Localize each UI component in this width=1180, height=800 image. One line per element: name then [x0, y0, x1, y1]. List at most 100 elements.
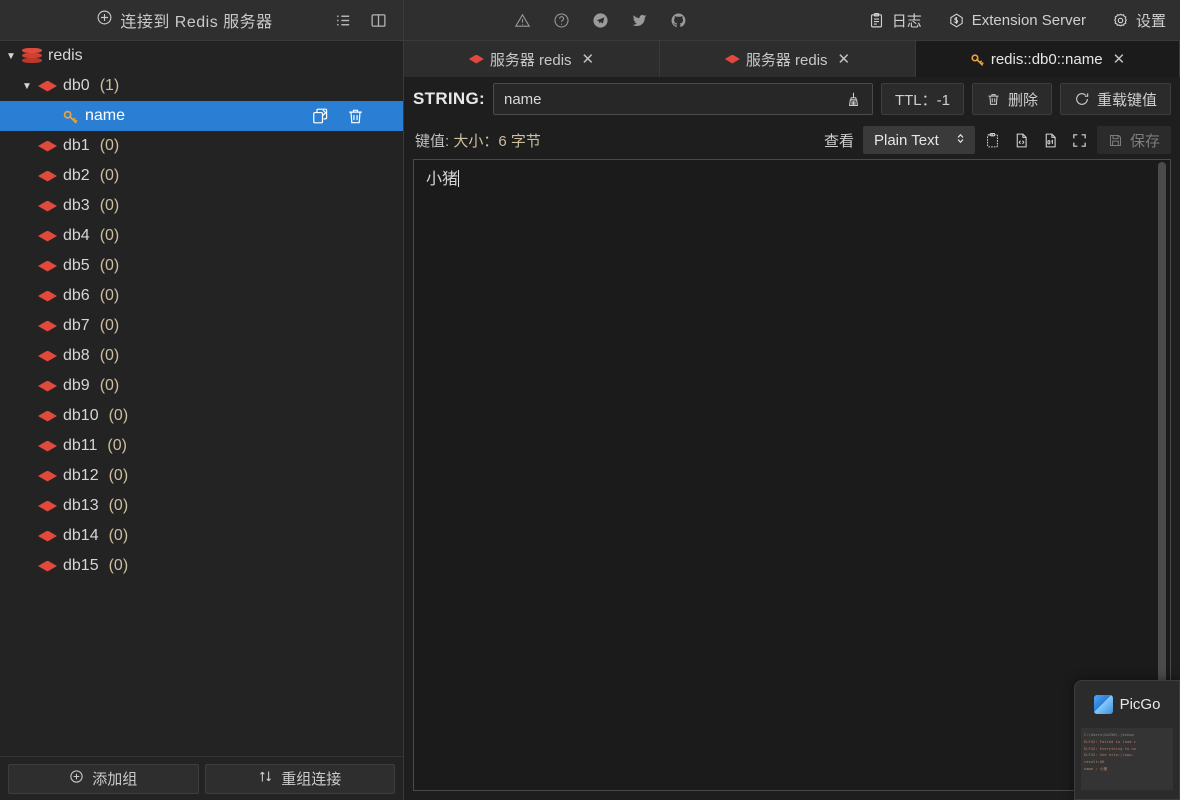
tree-row[interactable]: ▶db8(0) [0, 341, 403, 371]
tree-row-label: db1 [63, 137, 90, 154]
caret-down-icon[interactable]: ▼ [20, 81, 34, 92]
connection-tree[interactable]: ▼redis▼db0(1)name▶db1(0)▶db2(0)▶db3(0)▶d… [0, 41, 403, 756]
gear-icon [1112, 12, 1129, 29]
save-value-button[interactable]: 保存 [1096, 126, 1171, 154]
close-tab-icon[interactable]: ✕ [582, 50, 595, 68]
tree-row[interactable]: ▶db12(0) [0, 461, 403, 491]
format-select[interactable]: Plain Text [862, 126, 975, 154]
tree-row[interactable]: ▶db2(0) [0, 161, 403, 191]
editor-tab[interactable]: 服务器 redis ✕ [404, 41, 660, 77]
telegram-icon[interactable] [592, 12, 609, 29]
paste-clipboard-icon[interactable] [984, 132, 1001, 149]
tree-row-label: redis [48, 47, 83, 64]
tree-row[interactable]: ▶db3(0) [0, 191, 403, 221]
toolbar-social-icons [418, 12, 687, 29]
tree-row[interactable]: ▼ redis [0, 41, 403, 71]
caret-down-icon[interactable]: ▼ [4, 51, 18, 62]
key-name-input[interactable]: name [492, 83, 873, 115]
connect-to-redis-button[interactable]: 连接到 Redis 服务器 [10, 8, 335, 32]
close-tab-icon[interactable]: ✕ [838, 50, 851, 68]
tree-row-count: (0) [99, 317, 120, 334]
tree-row-label: db14 [63, 527, 99, 544]
add-group-button[interactable]: 添加组 [8, 763, 199, 794]
log-label: 日志 [891, 12, 922, 30]
tree-row-count: (0) [107, 437, 127, 454]
regroup-connections-label: 重组连接 [281, 771, 342, 788]
database-icon [38, 80, 57, 92]
copy-key-icon[interactable] [311, 107, 330, 126]
database-diamond [38, 560, 57, 572]
picgo-title: PicGo [1119, 696, 1161, 713]
tree-row-count: (0) [108, 557, 129, 574]
tree-row-label: db9 [63, 377, 90, 394]
tree-row[interactable]: ▶db4(0) [0, 221, 403, 251]
code-file-icon[interactable] [1013, 132, 1030, 149]
twitter-icon[interactable] [631, 12, 648, 29]
database-diamond [38, 470, 57, 482]
tree-row-count: (0) [108, 407, 129, 424]
editor-tab[interactable]: redis::db0::name ✕ [916, 41, 1180, 77]
picgo-panel[interactable]: PicGo C:\Users\04250\.jkshop ELF42: Faile… [1074, 680, 1180, 800]
delete-key-label: 删除 [1007, 91, 1038, 109]
value-toolbar: 键值: 大小：6 字节 查看 Plain Text 保存 [404, 121, 1180, 159]
tree-row-label: db11 [63, 437, 98, 454]
editor-tabbar[interactable]: 服务器 redis ✕ 服务器 redis ✕ redis::db0::name ✕ [404, 41, 1180, 77]
reload-key-button[interactable]: 重载键值 [1059, 83, 1171, 115]
database-icon [38, 230, 57, 242]
delete-key-button[interactable]: 删除 [971, 83, 1052, 115]
main-panel: 日志 Extension Server 设置 服务器 redis ✕ 服务器 r… [404, 0, 1180, 800]
trash-icon[interactable] [346, 107, 365, 126]
picgo-log-line: result:OK [1084, 760, 1105, 765]
view-label: 查看 [823, 132, 854, 150]
tree-row[interactable]: ▶db13(0) [0, 491, 403, 521]
fullscreen-icon[interactable] [1071, 132, 1088, 149]
help-circle-icon[interactable] [553, 12, 570, 29]
database-icon [38, 380, 57, 392]
value-editor[interactable]: 小猪 [414, 160, 1170, 790]
editor-tab-label: redis::db0::name [990, 50, 1103, 68]
split-panel-icon[interactable] [370, 12, 387, 29]
binary-file-icon[interactable] [1042, 132, 1059, 149]
editor-tab[interactable]: 服务器 redis ✕ [660, 41, 916, 77]
database-icon [38, 410, 57, 422]
tree-row[interactable]: ▶db1(0) [0, 131, 403, 161]
tree-row[interactable]: ▶db5(0) [0, 251, 403, 281]
list-view-icon[interactable] [335, 12, 352, 29]
regroup-connections-button[interactable]: 重组连接 [204, 763, 395, 794]
ttl-button[interactable]: TTL：-1 [880, 83, 964, 115]
sidebar-footer: 添加组 重组连接 [0, 756, 403, 800]
tree-row-count: (0) [99, 227, 120, 244]
tree-row[interactable]: ▶db7(0) [0, 311, 403, 341]
clipboard-log-icon [868, 12, 885, 29]
github-icon[interactable] [670, 12, 687, 29]
value-format-icons [984, 132, 1088, 149]
database-icon [38, 140, 57, 152]
format-select-value: Plain Text [873, 131, 939, 149]
sort-arrows-icon [258, 769, 273, 788]
tree-row[interactable]: ▶db9(0) [0, 371, 403, 401]
extension-server-button[interactable]: Extension Server [948, 12, 1086, 29]
picgo-logo-icon [1093, 695, 1113, 714]
tree-row[interactable]: ▶db14(0) [0, 521, 403, 551]
tree-row[interactable]: ▶db15(0) [0, 551, 403, 581]
picgo-log-line: ELF42: See http://www. [1084, 753, 1134, 758]
tree-row[interactable]: ▼ db0 (1) [0, 71, 403, 101]
tree-row[interactable]: ▶db11(0) [0, 431, 403, 461]
tree-row-actions [311, 107, 365, 126]
editor-tab-label: 服务器 redis [745, 51, 828, 69]
tree-row[interactable]: ▶db10(0) [0, 401, 403, 431]
database-diamond [38, 500, 57, 512]
tree-row[interactable]: name [0, 101, 403, 131]
refresh-icon [1074, 91, 1090, 107]
database-icon [38, 350, 57, 362]
settings-button[interactable]: 设置 [1112, 10, 1166, 31]
tree-row[interactable]: ▶db6(0) [0, 281, 403, 311]
close-tab-icon[interactable]: ✕ [1113, 50, 1126, 68]
tree-row-label: db10 [63, 407, 99, 424]
add-group-label: 添加组 [92, 771, 138, 788]
tree-row-count: (0) [99, 137, 120, 154]
tree-row-label: name [85, 107, 126, 124]
log-button[interactable]: 日志 [868, 10, 922, 31]
broom-clear-icon[interactable] [845, 91, 862, 108]
warning-triangle-icon[interactable] [514, 12, 531, 29]
